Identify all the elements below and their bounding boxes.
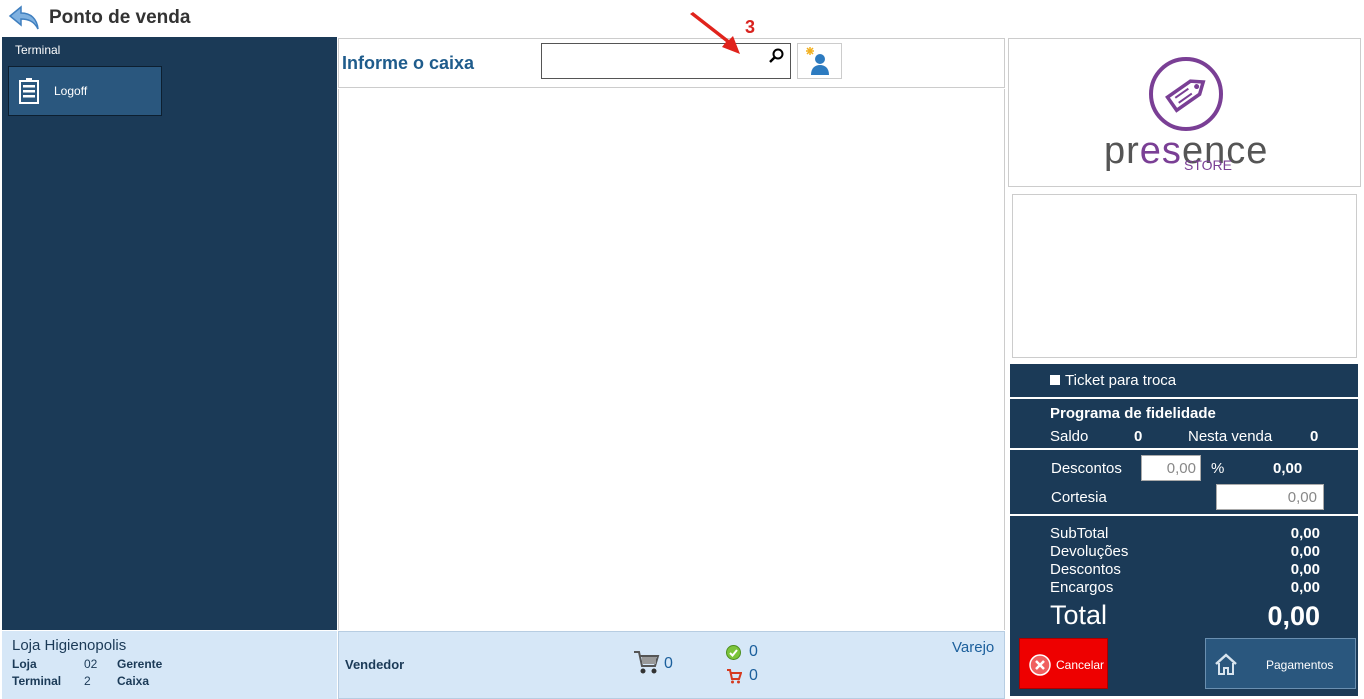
presence-store-logo: presence STORE [1104,57,1267,173]
cancel-x-icon [1029,654,1051,681]
ticket-label: Ticket para troca [1065,372,1177,389]
descontos-summary-value: 0,00 [1290,561,1320,578]
cart-count: 0 [664,655,673,672]
home-icon [1214,652,1238,681]
annotation-arrow-icon [688,12,744,63]
vendedor-label: Vendedor [345,657,405,672]
sidebar-section-label: Terminal [15,43,61,57]
loyalty-title: Programa de fidelidade [1050,405,1216,422]
battery-icon [19,78,39,109]
loja-label: Loja [12,657,37,671]
cancel-label: Cancelar [1056,658,1105,672]
cashier-prompt-label: Informe o caixa [342,53,475,73]
sale-channel-label: Varejo [952,639,995,656]
sidebar [2,37,337,630]
new-user-icon [806,47,829,75]
ticket-checkbox[interactable] [1050,375,1060,385]
annotation-number: 3 [745,17,756,37]
subtotal-label: SubTotal [1050,525,1109,542]
page-title: Ponto de venda [49,7,191,28]
logoff-button[interactable]: Logoff [8,66,162,116]
subtotal-value: 0,00 [1290,525,1320,542]
product-image-panel [1012,194,1357,358]
encargos-value: 0,00 [1290,579,1320,596]
pending-count: 0 [749,667,758,684]
saldo-label: Saldo [1050,428,1089,445]
saldo-value: 0 [1134,428,1143,445]
payments-label: Pagamentos [1266,658,1334,672]
descontos-summary-label: Descontos [1050,561,1121,578]
total-value: 0,00 [1267,601,1320,631]
total-label: Total [1050,600,1108,630]
cashier-list-area [338,89,1005,630]
gerente-label: Gerente [117,657,163,671]
payments-button[interactable]: Pagamentos [1205,638,1356,689]
cortesia-label: Cortesia [1051,489,1107,506]
caixa-label: Caixa [117,674,150,688]
loja-value: 02 [84,657,98,671]
red-cart-icon [726,668,743,689]
store-logo-panel: presence STORE [1008,38,1361,187]
new-cashier-button[interactable] [797,43,842,79]
shopping-cart-icon [632,648,660,681]
svg-text:STORE: STORE [1184,157,1232,173]
discount-total-value: 0,00 [1273,460,1303,477]
cancel-button[interactable]: Cancelar [1019,638,1108,689]
store-name: Loja Higienopolis [12,637,127,654]
devolucoes-value: 0,00 [1290,543,1320,560]
percent-symbol: % [1211,460,1225,477]
discount-percent-input[interactable] [1141,455,1201,481]
cashier-search-box [541,43,791,79]
devolucoes-label: Devoluções [1050,543,1129,560]
search-icon[interactable] [768,48,784,69]
terminal-label: Terminal [12,674,62,688]
back-arrow-icon[interactable] [8,5,40,31]
confirmed-count: 0 [749,643,758,660]
check-circle-icon [726,645,741,665]
descontos-label: Descontos [1051,460,1122,477]
nesta-venda-label: Nesta venda [1188,428,1273,445]
title-bar [0,0,1364,37]
nesta-venda-value: 0 [1310,428,1319,445]
terminal-value: 2 [84,674,91,688]
encargos-label: Encargos [1050,579,1114,596]
logoff-label: Logoff [54,84,88,98]
cortesia-input[interactable] [1216,484,1324,510]
ticket-panel [1010,364,1358,397]
